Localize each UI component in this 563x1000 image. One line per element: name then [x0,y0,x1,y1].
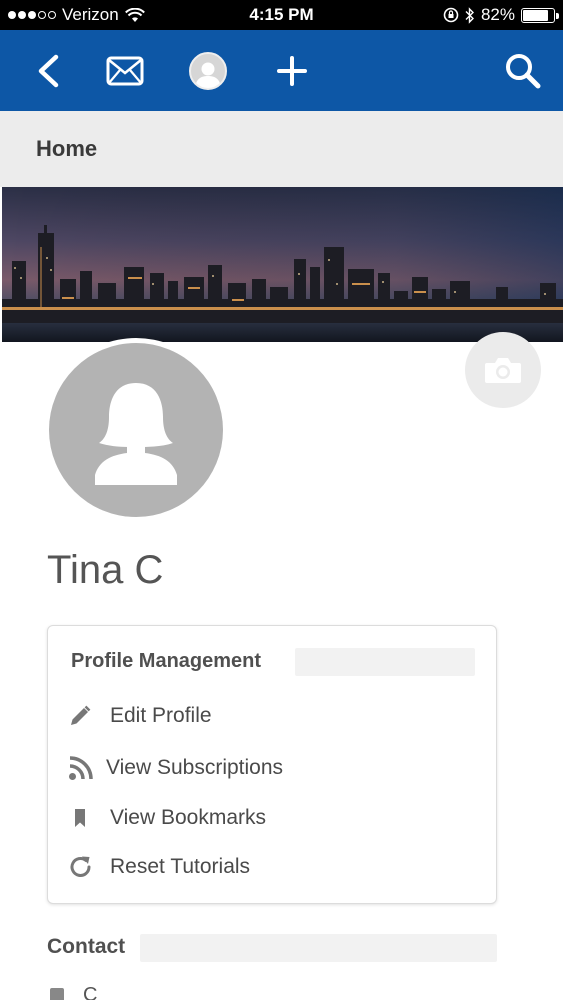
status-left: Verizon [8,5,145,25]
default-avatar-icon [49,343,223,517]
status-bar: Verizon 4:15 PM 82% [0,0,563,30]
edit-profile-label: Edit Profile [110,704,212,727]
pencil-icon [68,704,102,728]
profile-management-card: Profile Management Edit Profile View Sub… [47,625,497,904]
view-bookmarks-item[interactable]: View Bookmarks [68,800,266,836]
contact-section-title: Contact [47,935,126,958]
status-right: 82% [443,5,559,25]
top-nav-bar [0,30,563,111]
search-button[interactable] [493,30,553,111]
back-button[interactable] [18,30,78,111]
profile-photo[interactable] [44,338,228,522]
phone-icon [50,988,64,1000]
reset-tutorials-item[interactable]: Reset Tutorials [68,849,250,885]
wifi-icon [124,7,145,22]
edit-profile-item[interactable]: Edit Profile [68,698,212,734]
battery-percent: 82% [480,5,515,24]
status-time: 4:15 PM [249,5,314,24]
profile-management-title: Profile Management [71,650,262,672]
signal-strength-icon [8,11,56,19]
plus-icon [277,55,307,86]
breadcrumb: Home [0,111,563,187]
bluetooth-icon [465,6,474,24]
rss-icon [68,755,98,781]
mail-icon [106,56,144,85]
refresh-icon [68,854,102,880]
back-icon [38,54,59,87]
profile-avatar-button[interactable] [178,30,238,111]
view-subscriptions-label: View Subscriptions [106,756,284,779]
search-icon [506,53,541,88]
camera-icon [485,358,521,383]
contact-item[interactable]: C [47,983,98,1000]
reset-tutorials-label: Reset Tutorials [110,855,251,878]
cover-photo [2,187,563,342]
battery-fill [523,9,548,21]
view-bookmarks-label: View Bookmarks [110,806,267,829]
view-subscriptions-item[interactable]: View Subscriptions [68,750,283,786]
contact-item-label: C [83,983,98,1000]
user-avatar-icon [189,51,227,90]
battery-icon [521,7,559,23]
rotation-lock-icon [443,7,459,23]
change-cover-photo-button[interactable] [465,332,541,408]
carrier-name: Verizon [62,5,119,24]
profile-name: Tina C [47,548,164,592]
add-button[interactable] [262,30,322,111]
contact-loading-placeholder [140,934,497,962]
bookmark-icon [68,806,102,830]
page-title: Home [36,136,98,161]
mail-button[interactable] [95,30,155,111]
loading-placeholder [295,648,475,676]
